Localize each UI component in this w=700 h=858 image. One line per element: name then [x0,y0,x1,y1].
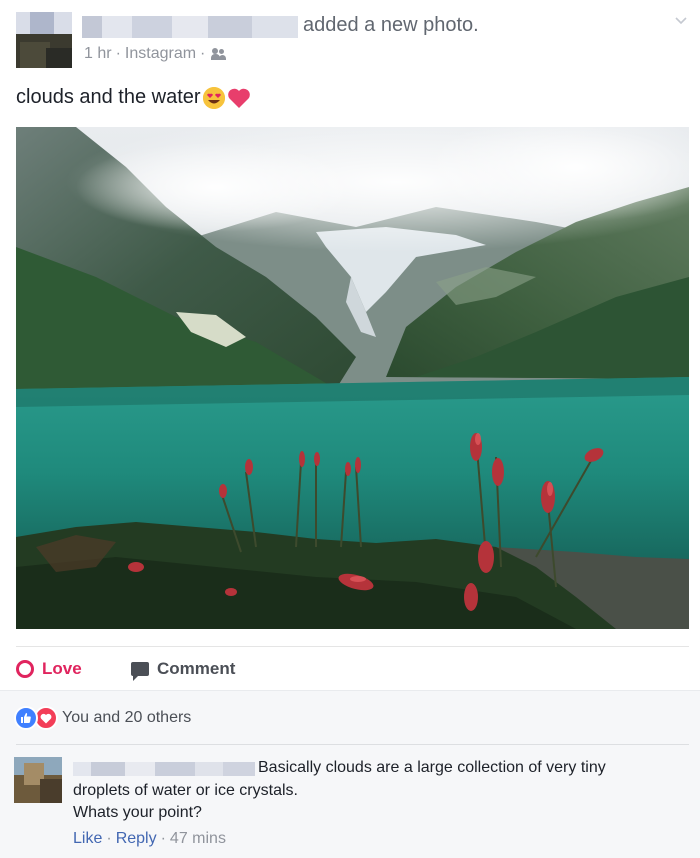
post-source[interactable]: Instagram [125,45,196,63]
post-meta: 1 hr · Instagram · [84,45,227,63]
love-icon [16,660,34,678]
poster-avatar[interactable] [16,12,72,68]
comment-label: Comment [157,659,236,678]
reactions-summary[interactable]: You and 20 others [14,706,191,730]
post-photo[interactable] [16,127,689,629]
comment-text-line1: Basically clouds are a large collection … [258,759,606,776]
reactions-text: You and 20 others [62,709,192,726]
love-button[interactable]: Love [16,659,82,679]
meta-separator: · [115,45,121,62]
like-icon [14,706,38,730]
heart-eyes-emoji [202,86,225,109]
comments-divider [16,744,689,745]
comment-meta-separator: · [106,830,112,847]
action-divider [16,646,689,647]
comment-text-line2: droplets of water or ice crystals. [73,782,298,799]
comment-like-link[interactable]: Like [73,830,102,848]
love-label: Love [42,659,82,678]
commenter-name-redacted[interactable] [73,762,255,776]
comment-reply-link[interactable]: Reply [116,830,157,848]
comment-time[interactable]: 47 mins [170,830,226,848]
facebook-post: added a new photo. 1 hr · Instagram · cl… [0,0,700,858]
commenter-avatar[interactable] [14,757,62,803]
friends-icon[interactable] [211,47,227,61]
poster-name-redacted[interactable] [82,16,298,38]
comment-button[interactable]: Comment [131,659,236,681]
comment-icon [131,662,149,681]
caption-text: clouds and the water [16,86,201,108]
comment-text-line3: Whats your point? [73,804,202,821]
comment-meta: Like · Reply · 47 mins [73,830,226,848]
chevron-down-icon[interactable] [674,14,688,28]
meta-separator-2: · [200,45,206,62]
heart-emoji [227,87,251,109]
post-caption: clouds and the water [16,86,251,109]
comment-meta-separator-2: · [160,830,166,847]
post-headline: added a new photo. [303,14,479,36]
post-time[interactable]: 1 hr [84,45,112,63]
